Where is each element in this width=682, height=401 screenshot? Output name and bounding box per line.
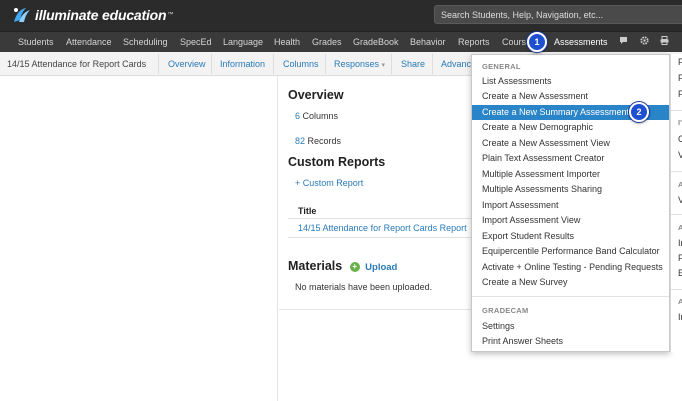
records-count-row: 82 Records [295,136,341,146]
menu-item-truncated[interactable]: F [678,253,682,263]
menu-divider [671,110,682,111]
plus-circle-icon[interactable]: + [349,261,360,272]
menu-item-truncated[interactable]: V [678,150,682,160]
search-input[interactable]: Search Students, Help, Navigation, etc..… [434,5,682,24]
step-callout-2: 2 [629,102,649,122]
menu-item-create-survey[interactable]: Create a New Survey [472,275,669,290]
no-materials-message: No materials have been uploaded. [295,282,433,292]
menu-item-export-student-results[interactable]: Export Student Results [472,229,669,244]
menu-item-truncated[interactable]: F [678,73,682,83]
nav-item-language[interactable]: Language [223,37,263,47]
tab-advanced[interactable]: Advanc [441,59,471,69]
table-header-divider [288,218,473,219]
nav-item-courses[interactable]: Cours [502,37,526,47]
tab-share[interactable]: Share [401,59,425,69]
nav-item-reports[interactable]: Reports [458,37,490,47]
menu-section-truncated: A [678,223,682,232]
menu-item-multiple-sharing[interactable]: Multiple Assessments Sharing [472,182,669,197]
menu-section-truncated: A [678,180,682,189]
tab-divider [391,54,392,74]
menu-item-multiple-importer[interactable]: Multiple Assessment Importer [472,167,669,182]
add-custom-report-link[interactable]: + Custom Report [295,178,363,188]
gear-icon[interactable] [640,36,649,47]
assessments-menu: GENERAL List Assessments Create a New As… [471,54,670,352]
menu-item-create-demographic[interactable]: Create a New Demographic [472,120,669,135]
upload-link[interactable]: Upload [365,262,397,273]
menu-item-equipercentile-calculator[interactable]: Equipercentile Performance Band Calculat… [472,244,669,259]
tab-columns[interactable]: Columns [283,59,319,69]
brand-trademark: ™ [167,12,174,18]
menu-item-online-testing-requests[interactable]: Activate + Online Testing - Pending Requ… [472,260,669,275]
table-row[interactable]: 14/15 Attendance for Report Cards Report [298,223,467,233]
menu-item-truncated[interactable]: Ir [678,238,682,248]
menu-item-plain-text-creator[interactable]: Plain Text Assessment Creator [472,151,669,166]
tab-divider [273,54,274,74]
top-bar: illuminate education ™ Search Students, … [0,0,682,31]
columns-label: Columns [302,111,339,121]
menu-item-print-answer-sheets[interactable]: Print Answer Sheets [472,334,669,349]
menu-item-truncated[interactable]: E [678,268,682,278]
menu-item-import-assessment[interactable]: Import Assessment [472,198,669,213]
menu-divider [671,171,682,172]
main-nav: Students Attendance Scheduling SpecEd La… [0,31,682,52]
menu-item-truncated[interactable]: V [678,195,682,205]
menu-section-truncated: I' [678,118,682,127]
tab-divider [211,54,212,74]
tab-overview[interactable]: Overview [168,59,206,69]
materials-title: Materials [288,259,343,273]
print-icon[interactable] [660,36,669,47]
materials-heading: Materials + Upload [288,259,397,273]
menu-item-truncated[interactable]: Ir [678,312,682,322]
columns-count-row: 6 Columns [295,111,338,121]
menu-item-list-assessments[interactable]: List Assessments [472,74,669,89]
nav-item-behavior[interactable]: Behavior [410,37,446,47]
menu-section-general: GENERAL [482,62,521,71]
tab-divider [325,54,326,74]
overview-heading: Overview [288,88,344,102]
table-header-title: Title [298,206,317,216]
nav-item-grades[interactable]: Grades [312,37,342,47]
left-pane [0,76,278,401]
table-row-divider [288,237,473,238]
menu-second-column: F F F I' C V A V A Ir F E A Ir [670,54,682,352]
tab-information[interactable]: Information [220,59,265,69]
chevron-down-icon: ▾ [381,62,386,69]
menu-item-truncated[interactable]: F [678,89,682,99]
columns-count-link[interactable]: 6 [295,111,300,121]
brand-name: illuminate education [35,7,167,23]
nav-item-scheduling[interactable]: Scheduling [123,37,168,47]
records-label: Records [307,136,342,146]
nav-item-gradebook[interactable]: GradeBook [353,37,399,47]
tab-responses[interactable]: Responses ▾ [334,59,385,69]
report-title: 14/15 Attendance for Report Cards [7,59,147,69]
step-callout-1: 1 [527,32,547,52]
custom-reports-heading: Custom Reports [288,155,386,169]
menu-item-gradecam-settings[interactable]: Settings [472,319,669,334]
menu-section-gradecam: GRADECAM [482,306,529,315]
nav-item-attendance[interactable]: Attendance [66,37,112,47]
nav-item-students[interactable]: Students [18,37,54,47]
records-count-link[interactable]: 82 [295,136,305,146]
illuminate-logo-icon [12,6,32,24]
nav-item-speced[interactable]: SpecEd [180,37,212,47]
tab-divider [158,54,159,74]
menu-item-truncated[interactable]: C [678,134,682,144]
menu-divider [671,289,682,290]
tab-divider [432,54,433,74]
menu-section-truncated: A [678,297,682,306]
menu-divider [472,296,669,297]
nav-item-health[interactable]: Health [274,37,300,47]
nav-item-assessments[interactable]: Assessments [554,37,608,47]
brand-logo[interactable]: illuminate education ™ [12,6,173,24]
menu-item-truncated[interactable]: F [678,57,682,67]
menu-item-create-assessment-view[interactable]: Create a New Assessment View [472,136,669,151]
chat-icon[interactable] [619,36,628,47]
tab-responses-label: Responses [334,59,380,69]
menu-divider [671,214,682,215]
menu-item-import-assessment-view[interactable]: Import Assessment View [472,213,669,228]
